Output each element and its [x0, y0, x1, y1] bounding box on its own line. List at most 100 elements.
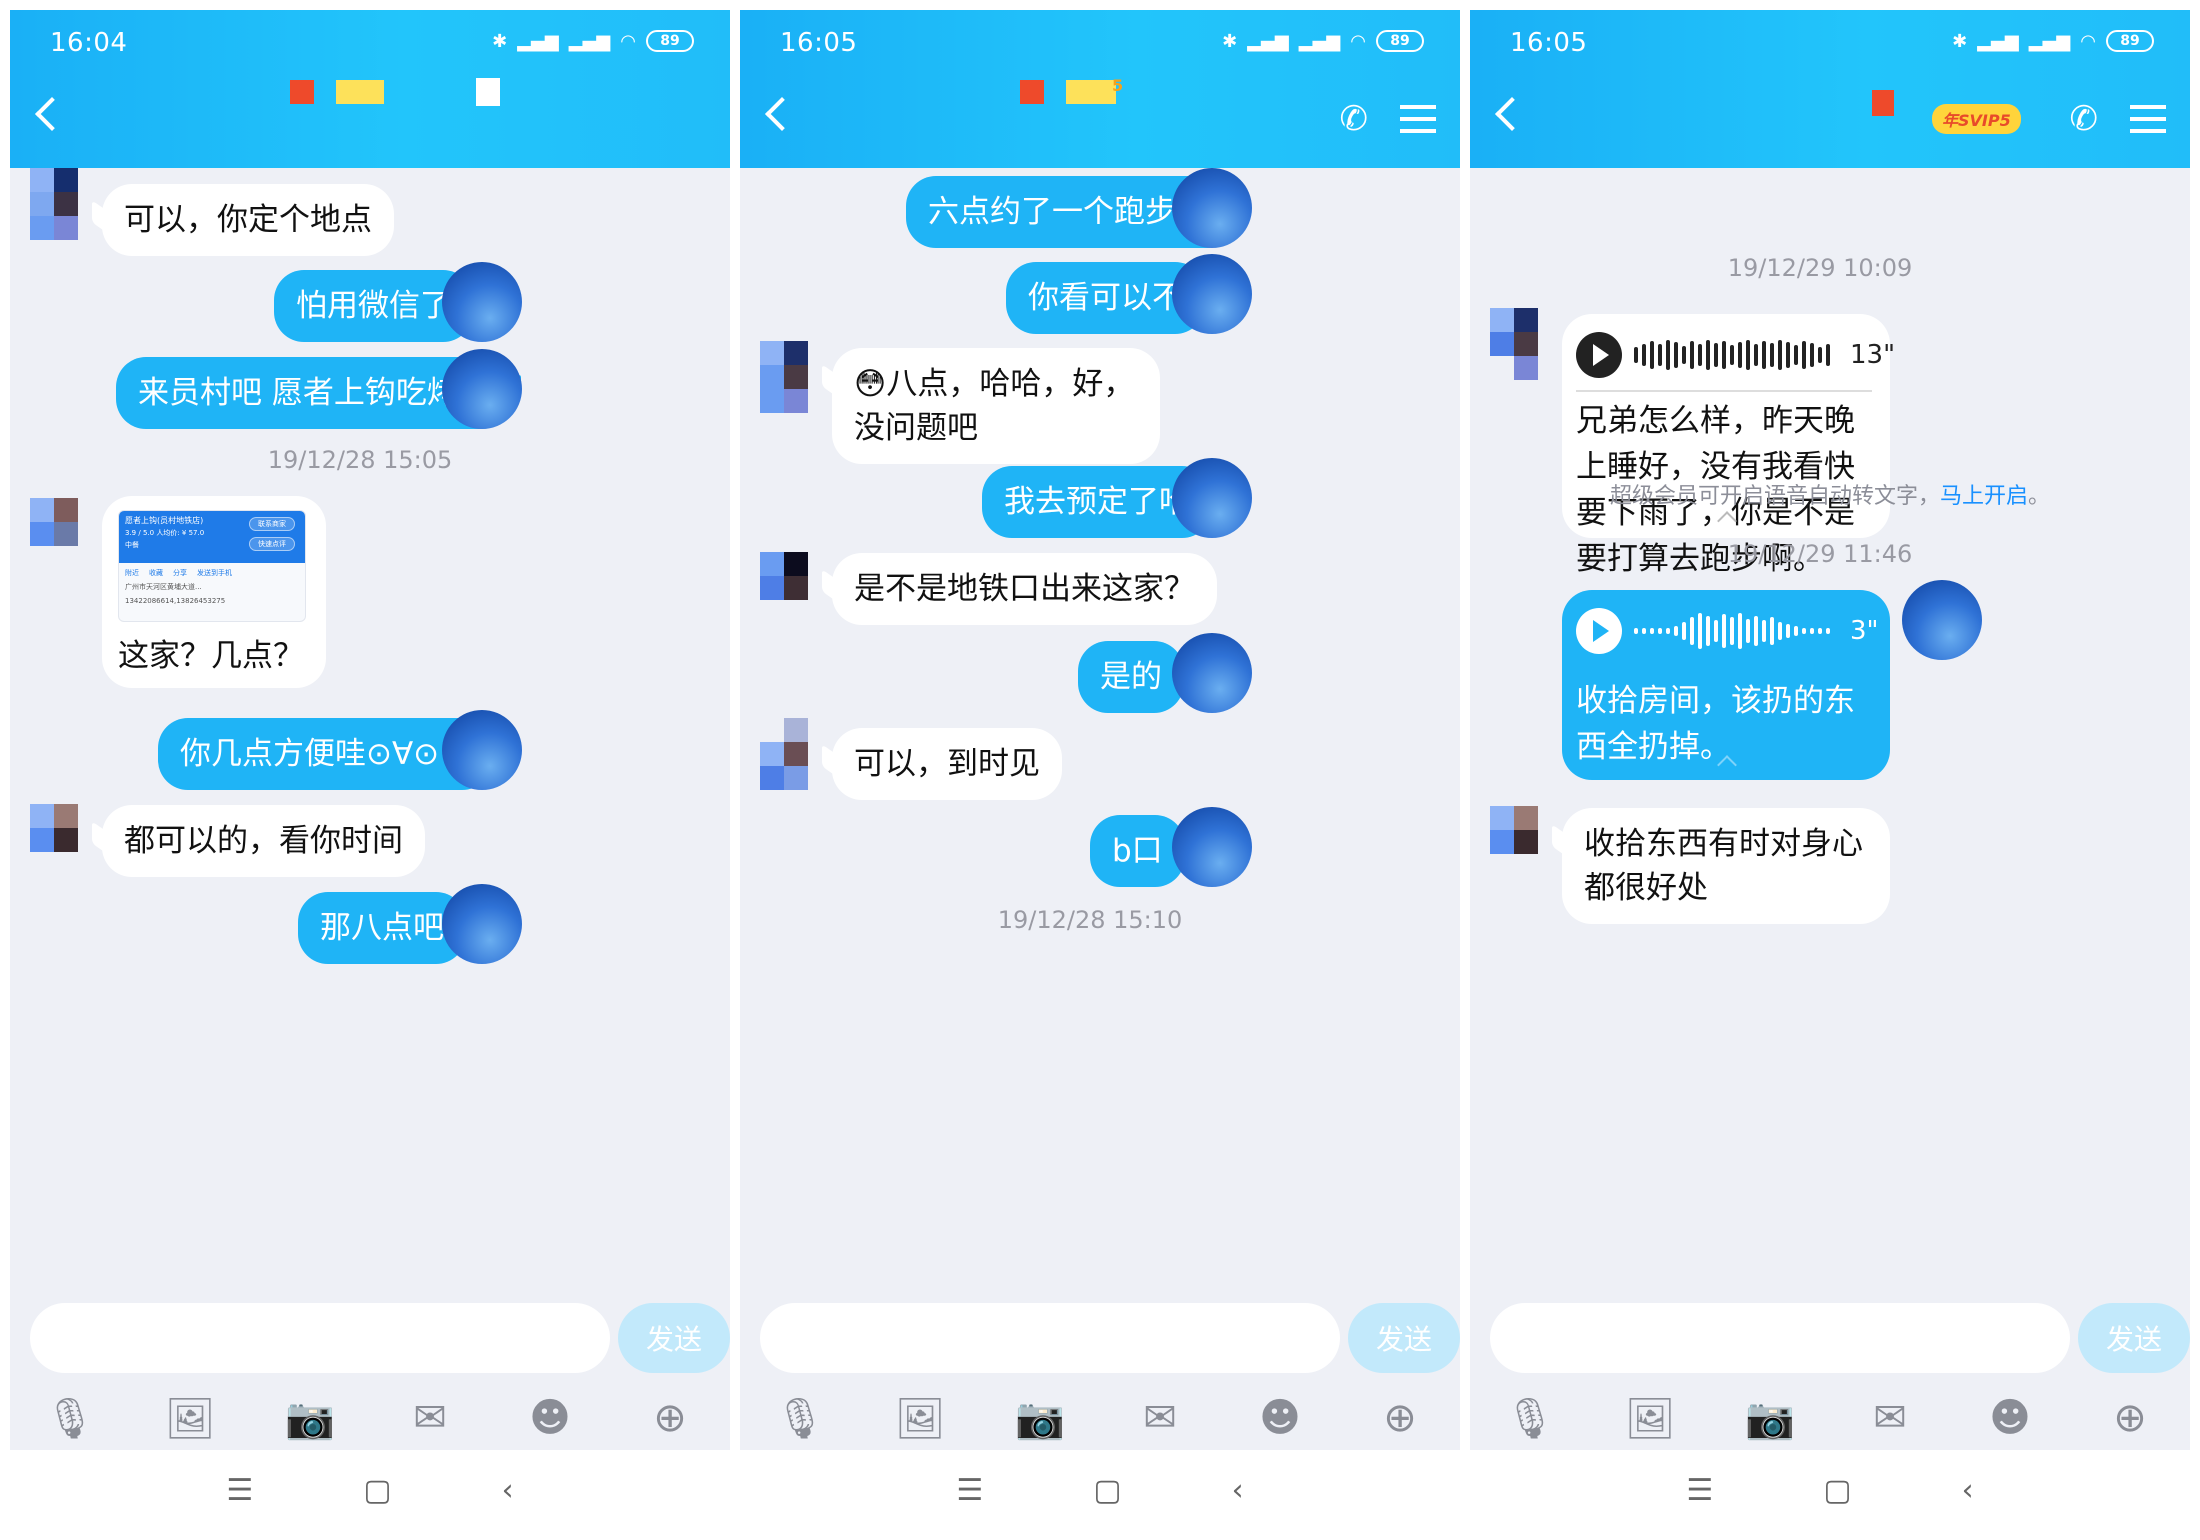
contact-avatar[interactable]: [1490, 308, 1556, 408]
waveform-bar: [1666, 628, 1670, 634]
waveform-bar: [1650, 628, 1654, 634]
message-list[interactable]: 19/12/29 10:09 13" 兄弟怎么样，昨天晚上睡好，没有我看快要下雨…: [1470, 168, 2190, 1275]
input-toolbar: 🎙 🖼 📷 ✉ ☻ ⊕: [10, 1395, 730, 1442]
emoji-icon[interactable]: ☻: [527, 1395, 573, 1441]
send-button[interactable]: 发送: [618, 1303, 730, 1373]
contact-avatar[interactable]: [760, 552, 826, 652]
home-icon[interactable]: ▢: [1093, 1473, 1121, 1508]
emoji-icon[interactable]: ☻: [1257, 1395, 1303, 1441]
menu-icon[interactable]: [1400, 105, 1436, 133]
message-list[interactable]: 可以，你定个地点 怕用微信了 来员村吧 愿者上钩吃烤鱼 19/12/28 15:…: [10, 168, 730, 1275]
camera-icon[interactable]: 📷: [1745, 1395, 1795, 1442]
voice-duration: 13": [1850, 340, 1896, 370]
waveform-bar: [1682, 622, 1686, 640]
message-list[interactable]: 六点约了一个跑步🏃 你看可以不 😳八点，哈哈，好，没问题吧 我去预定了哈 是不是…: [740, 168, 1460, 1275]
menu-icon[interactable]: ☰: [1686, 1473, 1713, 1508]
contact-avatar[interactable]: [30, 498, 96, 598]
contact-avatar[interactable]: [30, 804, 96, 904]
back-icon[interactable]: ‹: [1962, 1473, 1974, 1508]
my-avatar[interactable]: [1172, 633, 1252, 713]
message-bubble[interactable]: 是不是地铁口出来这家？: [832, 553, 1217, 625]
image-icon[interactable]: 🖼: [895, 1395, 946, 1442]
my-avatar[interactable]: [1902, 580, 1982, 660]
play-voice-button[interactable]: [1576, 332, 1622, 378]
message-timestamp: 19/12/29 11:46: [1727, 540, 1913, 568]
contact-shop-button[interactable]: 联系商家: [249, 517, 295, 531]
contact-avatar[interactable]: [760, 718, 826, 818]
waveform-bar: [1826, 628, 1830, 634]
menu-icon[interactable]: [2130, 105, 2166, 133]
waveform-bar: [1786, 624, 1790, 638]
back-icon[interactable]: ‹: [1232, 1473, 1244, 1508]
my-avatar[interactable]: [442, 349, 522, 429]
message-bubble[interactable]: b口: [1090, 815, 1185, 887]
system-nav-bar: ☰ ▢ ‹: [740, 1450, 1460, 1530]
message-bubble[interactable]: 😳八点，哈哈，好，没问题吧: [832, 348, 1160, 464]
my-avatar[interactable]: [442, 884, 522, 964]
back-icon[interactable]: ‹: [502, 1473, 514, 1508]
waveform-bar: [1818, 628, 1822, 634]
play-voice-button[interactable]: [1576, 608, 1622, 654]
send-button[interactable]: 发送: [1348, 1303, 1460, 1373]
waveform-bar: [1738, 342, 1742, 368]
image-icon[interactable]: 🖼: [165, 1395, 216, 1442]
red-packet-icon[interactable]: ✉: [1137, 1395, 1183, 1441]
plus-icon[interactable]: ⊕: [647, 1395, 693, 1441]
microphone-icon[interactable]: 🎙: [45, 1395, 96, 1442]
enable-svip-link[interactable]: 马上开启: [1940, 484, 2028, 509]
waveform-bar: [1642, 344, 1646, 366]
camera-icon[interactable]: 📷: [285, 1395, 335, 1442]
menu-icon[interactable]: ☰: [226, 1473, 253, 1508]
menu-icon[interactable]: ☰: [956, 1473, 983, 1508]
red-packet-icon[interactable]: ✉: [407, 1395, 453, 1441]
message-bubble[interactable]: 是的: [1078, 641, 1184, 713]
home-icon[interactable]: ▢: [1823, 1473, 1851, 1508]
system-nav-bar: ☰ ▢ ‹: [10, 1450, 730, 1530]
waveform-bar: [1754, 616, 1758, 646]
message-bubble[interactable]: 可以，你定个地点: [102, 184, 394, 256]
waveform-bar: [1762, 620, 1766, 642]
shop-phone: 13422086614,13826453275: [125, 597, 226, 605]
red-packet-icon[interactable]: ✉: [1867, 1395, 1913, 1441]
contact-avatar[interactable]: [30, 168, 96, 268]
voice-duration: 3": [1850, 616, 1879, 646]
phone-call-icon[interactable]: ✆: [2070, 102, 2099, 136]
message-bubble[interactable]: 那八点吧: [298, 892, 466, 964]
voice-message[interactable]: 3" 收拾房间，该扔的东西全扔掉。: [1562, 590, 1890, 780]
shop-share-card[interactable]: 愿者上钩(员村地铁店) 3.9 / 5.0 人均价: ¥ 57.0 中餐 联系商…: [118, 510, 306, 622]
message-input[interactable]: [760, 1303, 1340, 1373]
image-icon[interactable]: 🖼: [1625, 1395, 1676, 1442]
microphone-icon[interactable]: 🎙: [1505, 1395, 1556, 1442]
contact-avatar[interactable]: [760, 341, 826, 441]
message-input[interactable]: [1490, 1303, 2070, 1373]
microphone-icon[interactable]: 🎙: [775, 1395, 826, 1442]
send-button[interactable]: 发送: [2078, 1303, 2190, 1373]
plus-icon[interactable]: ⊕: [2107, 1395, 2153, 1441]
my-avatar[interactable]: [1172, 168, 1252, 248]
battery-icon: 89: [646, 30, 694, 52]
my-avatar[interactable]: [442, 710, 522, 790]
my-avatar[interactable]: [1172, 254, 1252, 334]
message-bubble[interactable]: 可以，到时见: [832, 728, 1062, 800]
camera-icon[interactable]: 📷: [1015, 1395, 1065, 1442]
plus-icon[interactable]: ⊕: [1377, 1395, 1423, 1441]
my-avatar[interactable]: [1172, 458, 1252, 538]
review-button[interactable]: 快速点评: [249, 537, 295, 551]
message-bubble[interactable]: 收拾东西有时对身心都很好处: [1562, 808, 1890, 924]
my-avatar[interactable]: [442, 262, 522, 342]
waveform-bar: [1666, 340, 1670, 370]
waveform-bar: [1818, 347, 1822, 363]
shop-card-message[interactable]: 愿者上钩(员村地铁店) 3.9 / 5.0 人均价: ¥ 57.0 中餐 联系商…: [102, 496, 326, 688]
message-input[interactable]: [30, 1303, 610, 1373]
chat-header: 16:05 ✱ ▂▄▆ ▂▄▆ ◠ 89 5 ✆: [740, 10, 1460, 168]
back-button[interactable]: [765, 97, 799, 131]
message-bubble[interactable]: 都可以的，看你时间: [102, 805, 425, 877]
my-avatar[interactable]: [1172, 807, 1252, 887]
home-icon[interactable]: ▢: [363, 1473, 391, 1508]
back-button[interactable]: [1495, 97, 1529, 131]
contact-avatar[interactable]: [1490, 806, 1556, 906]
emoji-icon[interactable]: ☻: [1987, 1395, 2033, 1441]
phone-call-icon[interactable]: ✆: [1340, 102, 1369, 136]
back-button[interactable]: [35, 97, 69, 131]
battery-icon: 89: [1376, 30, 1424, 52]
